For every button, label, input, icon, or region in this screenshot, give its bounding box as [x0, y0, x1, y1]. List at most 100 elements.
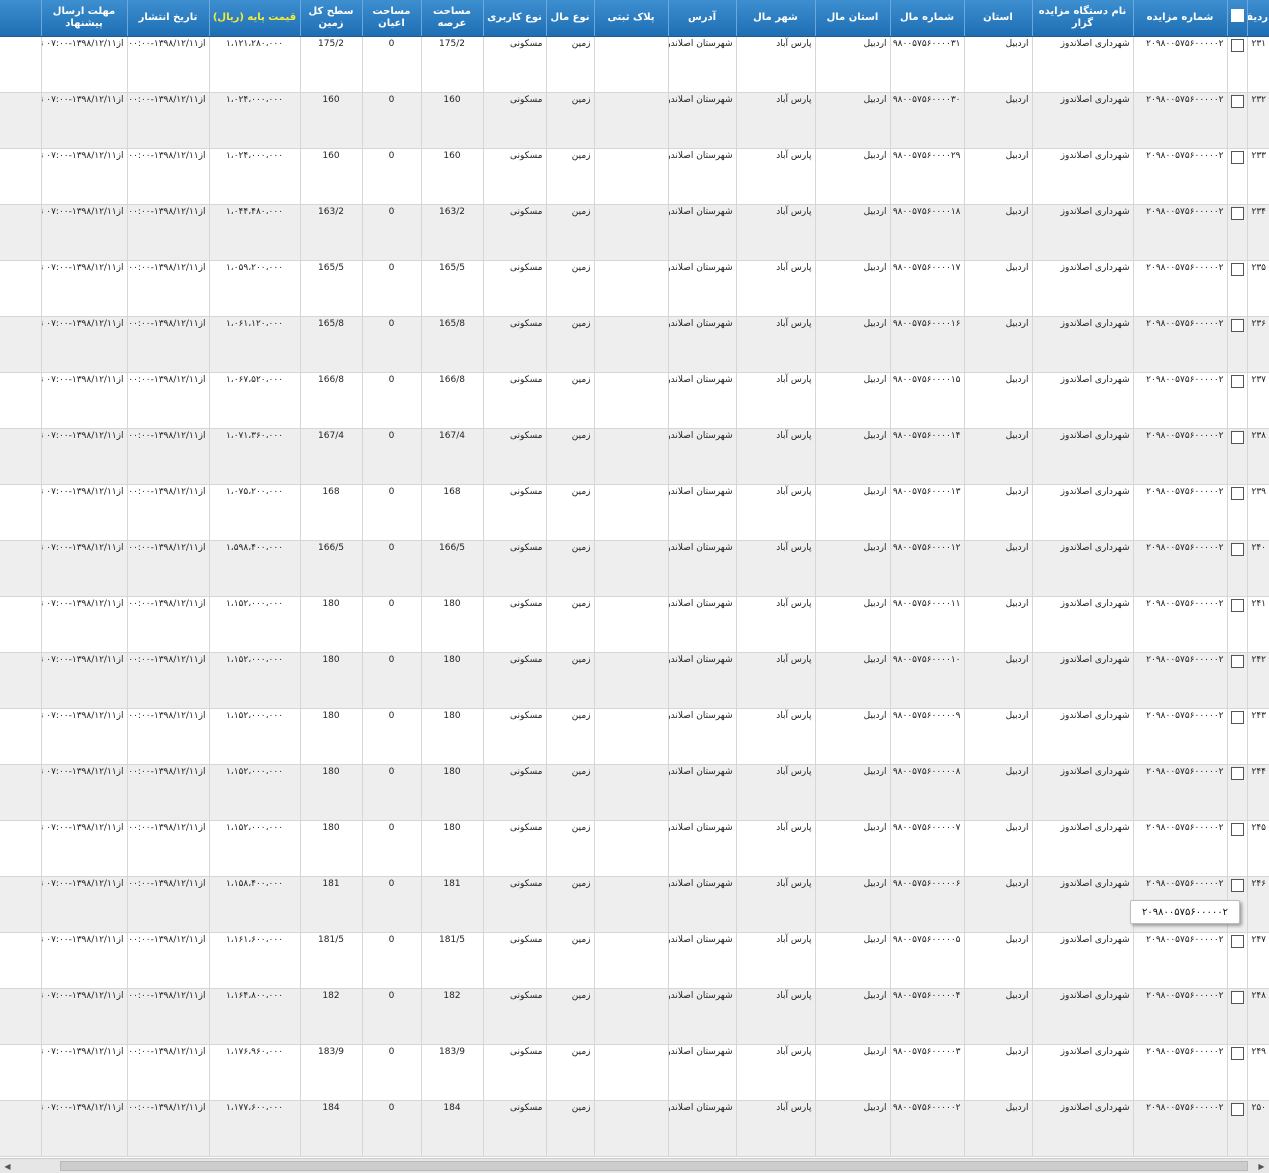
- table-row[interactable]: ۲۳۲ ۲۰۹۸۰۰۵۷۵۶۰۰۰۰۰۲ شهرداری اصلاندوز اردبی…: [0, 92, 1269, 149]
- scroll-right-arrow-icon[interactable]: ▶: [1254, 1159, 1269, 1173]
- auction-number-link[interactable]: ۲۰۹۸۰۰۵۷۵۶۰۰۰۰۰۲: [1132, 316, 1227, 373]
- row-checkbox[interactable]: [1230, 878, 1244, 892]
- item-number-link[interactable]: ۳۱۹۸۰۰۵۷۵۶۰۰۰۰۰۷: [889, 820, 964, 877]
- table-row[interactable]: ۲۴۲ ۲۰۹۸۰۰۵۷۵۶۰۰۰۰۰۲ شهرداری اصلاندوز اردبی…: [0, 652, 1269, 709]
- row-checkbox-cell[interactable]: [1226, 484, 1247, 541]
- row-checkbox-cell[interactable]: [1226, 1100, 1247, 1157]
- table-row[interactable]: ۲۴۶ ۲۰۹۸۰۰۵۷۵۶۰۰۰۰۰۲ شهرداری اصلاندوز اردبی…: [0, 876, 1269, 933]
- item-number-link[interactable]: ۳۱۹۸۰۰۵۷۵۶۰۰۰۰۱۳: [889, 484, 964, 541]
- row-checkbox[interactable]: [1230, 206, 1244, 220]
- select-all-checkbox[interactable]: [1230, 9, 1244, 23]
- auction-number-link[interactable]: ۲۰۹۸۰۰۵۷۵۶۰۰۰۰۰۲: [1132, 540, 1227, 597]
- header-item-province[interactable]: استان مال: [814, 0, 890, 37]
- table-row[interactable]: ۲۳۱ ۲۰۹۸۰۰۵۷۵۶۰۰۰۰۰۲ شهرداری اصلاندوز اردبی…: [0, 36, 1269, 93]
- table-row[interactable]: ۲۴۰ ۲۰۹۸۰۰۵۷۵۶۰۰۰۰۰۲ شهرداری اصلاندوز اردبی…: [0, 540, 1269, 597]
- item-number-link[interactable]: ۳۱۹۸۰۰۵۷۵۶۰۰۰۰۰۴: [889, 988, 964, 1045]
- scroll-thumb[interactable]: [60, 1161, 1248, 1171]
- auction-number-link[interactable]: ۲۰۹۸۰۰۵۷۵۶۰۰۰۰۰۲: [1132, 988, 1227, 1045]
- row-checkbox-cell[interactable]: [1226, 1044, 1247, 1101]
- item-number-link[interactable]: ۳۱۹۸۰۰۵۷۵۶۰۰۰۰۱۲: [889, 540, 964, 597]
- table-row[interactable]: ۲۴۷ ۲۰۹۸۰۰۵۷۵۶۰۰۰۰۰۲ شهرداری اصلاندوز اردبی…: [0, 932, 1269, 989]
- scroll-left-arrow-icon[interactable]: ◀: [0, 1159, 15, 1173]
- row-checkbox-cell[interactable]: [1226, 540, 1247, 597]
- item-number-link[interactable]: ۳۱۹۸۰۰۵۷۵۶۰۰۰۰۱۵: [889, 372, 964, 429]
- row-checkbox-cell[interactable]: [1226, 820, 1247, 877]
- auction-number-link[interactable]: ۲۰۹۸۰۰۵۷۵۶۰۰۰۰۰۲: [1132, 708, 1227, 765]
- row-checkbox-cell[interactable]: [1226, 92, 1247, 149]
- auction-number-link[interactable]: ۲۰۹۸۰۰۵۷۵۶۰۰۰۰۰۲: [1132, 92, 1227, 149]
- item-number-link[interactable]: ۳۱۹۸۰۰۵۷۵۶۰۰۰۰۳۰: [889, 92, 964, 149]
- auction-number-link[interactable]: ۲۰۹۸۰۰۵۷۵۶۰۰۰۰۰۲: [1132, 428, 1227, 485]
- row-checkbox[interactable]: [1230, 94, 1244, 108]
- auction-number-link[interactable]: ۲۰۹۸۰۰۵۷۵۶۰۰۰۰۰۲: [1132, 820, 1227, 877]
- item-number-link[interactable]: ۳۱۹۸۰۰۵۷۵۶۰۰۰۰۰۳: [889, 1044, 964, 1101]
- table-row[interactable]: ۲۴۹ ۲۰۹۸۰۰۵۷۵۶۰۰۰۰۰۲ شهرداری اصلاندوز اردبی…: [0, 1044, 1269, 1101]
- auction-number-link[interactable]: ۲۰۹۸۰۰۵۷۵۶۰۰۰۰۰۲: [1132, 148, 1227, 205]
- header-publish[interactable]: تاریخ انتشار: [126, 0, 209, 37]
- row-checkbox[interactable]: [1230, 542, 1244, 556]
- auction-number-link[interactable]: ۲۰۹۸۰۰۵۷۵۶۰۰۰۰۰۲: [1132, 596, 1227, 653]
- item-number-link[interactable]: ۳۱۹۸۰۰۵۷۵۶۰۰۰۰۱۷: [889, 260, 964, 317]
- item-number-link[interactable]: ۳۱۹۸۰۰۵۷۵۶۰۰۰۰۱۴: [889, 428, 964, 485]
- row-checkbox-cell[interactable]: [1226, 372, 1247, 429]
- header-building[interactable]: مساحت اعیان: [361, 0, 421, 37]
- table-row[interactable]: ۲۴۱ ۲۰۹۸۰۰۵۷۵۶۰۰۰۰۰۲ شهرداری اصلاندوز اردبی…: [0, 596, 1269, 653]
- table-row[interactable]: ۲۳۳ ۲۰۹۸۰۰۵۷۵۶۰۰۰۰۰۲ شهرداری اصلاندوز اردبی…: [0, 148, 1269, 205]
- row-checkbox-cell[interactable]: [1226, 148, 1247, 205]
- horizontal-scrollbar[interactable]: ◀ ▶: [0, 1158, 1269, 1173]
- auction-number-link[interactable]: ۲۰۹۸۰۰۵۷۵۶۰۰۰۰۰۲: [1132, 36, 1227, 93]
- row-checkbox[interactable]: [1230, 430, 1244, 444]
- item-number-link[interactable]: ۳۱۹۸۰۰۵۷۵۶۰۰۰۰۱۶: [889, 316, 964, 373]
- item-number-link[interactable]: ۳۱۹۸۰۰۵۷۵۶۰۰۰۰۳۱: [889, 36, 964, 93]
- item-number-link[interactable]: ۳۱۹۸۰۰۵۷۵۶۰۰۰۰۱۸: [889, 204, 964, 261]
- item-number-link[interactable]: ۳۱۹۸۰۰۵۷۵۶۰۰۰۰۰۸: [889, 764, 964, 821]
- auction-number-link[interactable]: ۲۰۹۸۰۰۵۷۵۶۰۰۰۰۰۲: [1132, 652, 1227, 709]
- row-checkbox-cell[interactable]: [1226, 316, 1247, 373]
- table-row[interactable]: ۲۴۳ ۲۰۹۸۰۰۵۷۵۶۰۰۰۰۰۲ شهرداری اصلاندوز اردبی…: [0, 708, 1269, 765]
- row-checkbox[interactable]: [1230, 262, 1244, 276]
- row-checkbox[interactable]: [1230, 38, 1244, 52]
- row-checkbox[interactable]: [1230, 710, 1244, 724]
- table-row[interactable]: ۲۳۴ ۲۰۹۸۰۰۵۷۵۶۰۰۰۰۰۲ شهرداری اصلاندوز اردبی…: [0, 204, 1269, 261]
- auction-number-link[interactable]: ۲۰۹۸۰۰۵۷۵۶۰۰۰۰۰۲: [1132, 372, 1227, 429]
- row-checkbox-cell[interactable]: [1226, 36, 1247, 93]
- row-checkbox-cell[interactable]: [1226, 596, 1247, 653]
- auction-number-link[interactable]: ۲۰۹۸۰۰۵۷۵۶۰۰۰۰۰۲: [1132, 764, 1227, 821]
- row-checkbox[interactable]: [1230, 486, 1244, 500]
- header-usage[interactable]: نوع کاربری: [482, 0, 546, 37]
- row-checkbox[interactable]: [1230, 318, 1244, 332]
- table-row[interactable]: ۲۳۵ ۲۰۹۸۰۰۵۷۵۶۰۰۰۰۰۲ شهرداری اصلاندوز اردبی…: [0, 260, 1269, 317]
- auction-number-link[interactable]: ۲۰۹۸۰۰۵۷۵۶۰۰۰۰۰۲: [1132, 932, 1227, 989]
- table-row[interactable]: ۲۳۹ ۲۰۹۸۰۰۵۷۵۶۰۰۰۰۰۲ شهرداری اصلاندوز اردبی…: [0, 484, 1269, 541]
- auction-number-link[interactable]: ۲۰۹۸۰۰۵۷۵۶۰۰۰۰۰۲: [1132, 1100, 1227, 1157]
- row-checkbox-cell[interactable]: [1226, 204, 1247, 261]
- row-checkbox[interactable]: [1230, 1102, 1244, 1116]
- header-province[interactable]: استان: [963, 0, 1032, 37]
- table-row[interactable]: ۲۴۸ ۲۰۹۸۰۰۵۷۵۶۰۰۰۰۰۲ شهرداری اصلاندوز اردبی…: [0, 988, 1269, 1045]
- item-number-link[interactable]: ۳۱۹۸۰۰۵۷۵۶۰۰۰۰۱۱: [889, 596, 964, 653]
- row-checkbox-cell[interactable]: [1226, 764, 1247, 821]
- row-checkbox[interactable]: [1230, 598, 1244, 612]
- item-number-link[interactable]: ۳۱۹۸۰۰۵۷۵۶۰۰۰۰۱۰: [889, 652, 964, 709]
- row-checkbox-cell[interactable]: [1226, 988, 1247, 1045]
- header-item-city[interactable]: شهر مال: [735, 0, 815, 37]
- auction-number-link[interactable]: ۲۰۹۸۰۰۵۷۵۶۰۰۰۰۰۲: [1132, 204, 1227, 261]
- row-checkbox[interactable]: [1230, 934, 1244, 948]
- header-auction-no[interactable]: شماره مزایده: [1132, 0, 1227, 37]
- table-row[interactable]: ۲۳۷ ۲۰۹۸۰۰۵۷۵۶۰۰۰۰۰۲ شهرداری اصلاندوز اردبی…: [0, 372, 1269, 429]
- row-checkbox-cell[interactable]: [1226, 932, 1247, 989]
- header-deadline[interactable]: مهلت ارسال پیشنهاد: [40, 0, 127, 37]
- header-org[interactable]: نام دستگاه مزایده گزار: [1031, 0, 1133, 37]
- header-item-no[interactable]: شماره مال: [889, 0, 964, 37]
- row-checkbox[interactable]: [1230, 654, 1244, 668]
- header-price[interactable]: قیمت پایه (ریال): [208, 0, 300, 37]
- item-number-link[interactable]: ۳۱۹۸۰۰۵۷۵۶۰۰۰۰۰۹: [889, 708, 964, 765]
- row-checkbox[interactable]: [1230, 822, 1244, 836]
- row-checkbox[interactable]: [1230, 150, 1244, 164]
- header-radif[interactable]: ردیف: [1246, 0, 1269, 37]
- row-checkbox-cell[interactable]: [1226, 428, 1247, 485]
- row-checkbox-cell[interactable]: [1226, 652, 1247, 709]
- auction-number-link[interactable]: ۲۰۹۸۰۰۵۷۵۶۰۰۰۰۰۲: [1132, 260, 1227, 317]
- header-plaque[interactable]: پلاک ثبتی: [593, 0, 668, 37]
- row-checkbox[interactable]: [1230, 374, 1244, 388]
